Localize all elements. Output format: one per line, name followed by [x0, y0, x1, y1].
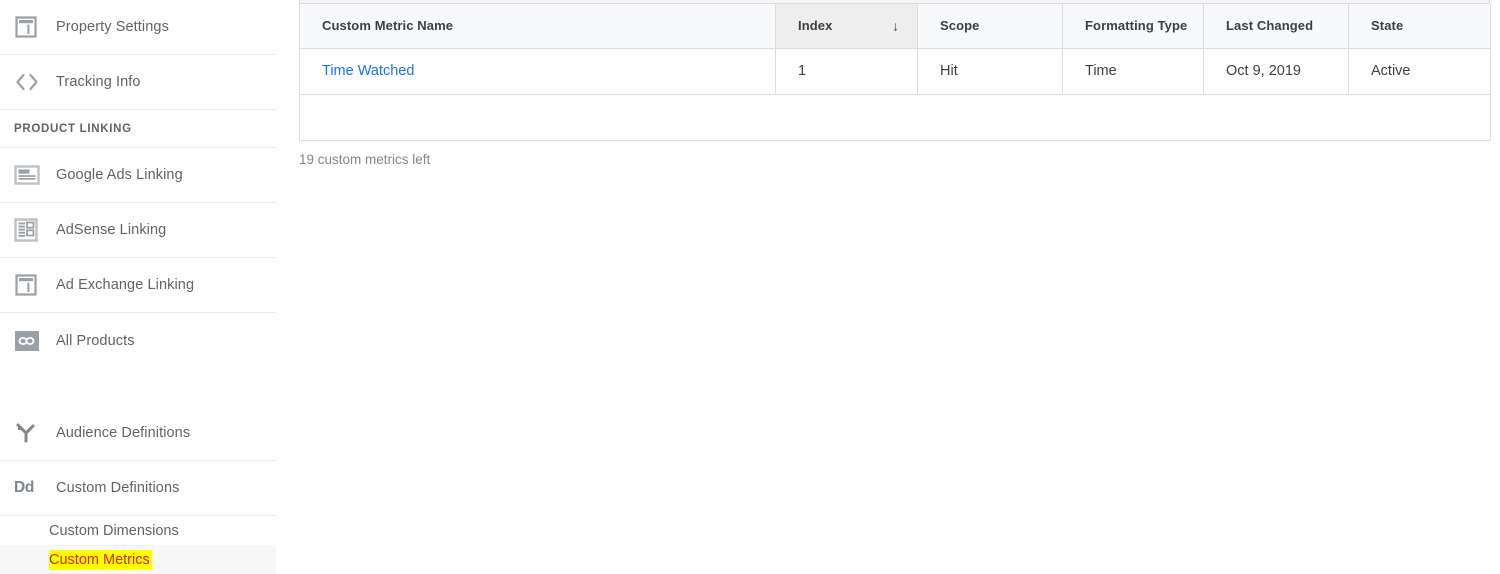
sidebar-item-label: Google Ads Linking: [56, 167, 183, 183]
column-header-index[interactable]: Index ↓: [775, 4, 918, 49]
sidebar-item-custom-dimensions[interactable]: Custom Dimensions: [0, 516, 276, 545]
sidebar-item-all-products[interactable]: All Products: [0, 313, 276, 368]
cell-index: 1: [775, 47, 918, 95]
cell-formatting-type: Time: [1062, 47, 1204, 95]
property-settings-icon: [14, 12, 44, 42]
adsense-icon: [14, 215, 44, 245]
column-header-scope[interactable]: Scope: [917, 4, 1063, 49]
custom-metrics-panel: Custom Metric Name Index ↓ Scope Formatt…: [299, 0, 1491, 167]
metrics-left-label: 19 custom metrics left: [299, 151, 431, 167]
google-ads-icon: [14, 160, 44, 190]
dd-icon-text: Dd: [14, 479, 35, 496]
sidebar-subitem-label: Custom Metrics: [49, 549, 152, 570]
cell-state: Active: [1348, 47, 1491, 95]
table-footer-cell: [299, 93, 1491, 141]
table-row: Time Watched 1 Hit Time Oct 9, 2019 Acti…: [299, 47, 1491, 95]
sidebar-item-label: AdSense Linking: [56, 222, 167, 238]
column-header-last-changed[interactable]: Last Changed: [1203, 4, 1349, 49]
column-header-custom-metric-name[interactable]: Custom Metric Name: [299, 4, 776, 49]
column-header-state[interactable]: State: [1348, 4, 1491, 49]
dd-icon: Dd: [14, 473, 44, 503]
sidebar-section-label: PRODUCT LINKING: [14, 122, 132, 135]
sidebar-item-ad-exchange-linking[interactable]: Ad Exchange Linking: [0, 258, 276, 313]
settings-sidebar: Property Settings Tracking Info PRODUCT …: [0, 0, 276, 574]
cell-scope: Hit: [917, 47, 1063, 95]
table-header-row: Custom Metric Name Index ↓ Scope Formatt…: [299, 4, 1491, 49]
sidebar-item-label: All Products: [56, 332, 135, 349]
code-brackets-icon: [14, 67, 44, 97]
sidebar-item-adsense-linking[interactable]: AdSense Linking: [0, 203, 276, 258]
sort-descending-icon[interactable]: ↓: [892, 19, 899, 32]
sidebar-item-tracking-info[interactable]: Tracking Info: [0, 55, 276, 110]
sidebar-item-property-settings[interactable]: Property Settings: [0, 0, 276, 55]
link-chain-icon: [14, 326, 44, 356]
sidebar-item-label: Tracking Info: [56, 74, 141, 90]
sidebar-item-label: Custom Definitions: [56, 480, 180, 496]
ad-exchange-icon: [14, 270, 44, 300]
sidebar-item-custom-definitions[interactable]: Dd Custom Definitions: [0, 461, 276, 516]
table-footer-row: [299, 93, 1491, 141]
custom-metrics-table: Custom Metric Name Index ↓ Scope Formatt…: [299, 4, 1491, 141]
metric-name-link[interactable]: Time Watched: [322, 63, 414, 79]
column-header-index-label: Index: [798, 18, 833, 34]
column-header-formatting-type[interactable]: Formatting Type: [1062, 4, 1204, 49]
sidebar-section-product-linking: PRODUCT LINKING: [0, 110, 276, 148]
sidebar-subitem-label: Custom Dimensions: [49, 522, 179, 539]
cell-last-changed: Oct 9, 2019: [1203, 47, 1349, 95]
sidebar-item-label: Ad Exchange Linking: [56, 277, 195, 293]
sidebar-item-google-ads-linking[interactable]: Google Ads Linking: [0, 148, 276, 203]
sidebar-item-label: Property Settings: [56, 19, 169, 35]
audience-branch-icon: [14, 418, 44, 448]
sidebar-item-label: Audience Definitions: [56, 425, 191, 441]
sidebar-item-audience-definitions[interactable]: Audience Definitions: [0, 406, 276, 461]
cell-custom-metric-name: Time Watched: [299, 47, 776, 95]
